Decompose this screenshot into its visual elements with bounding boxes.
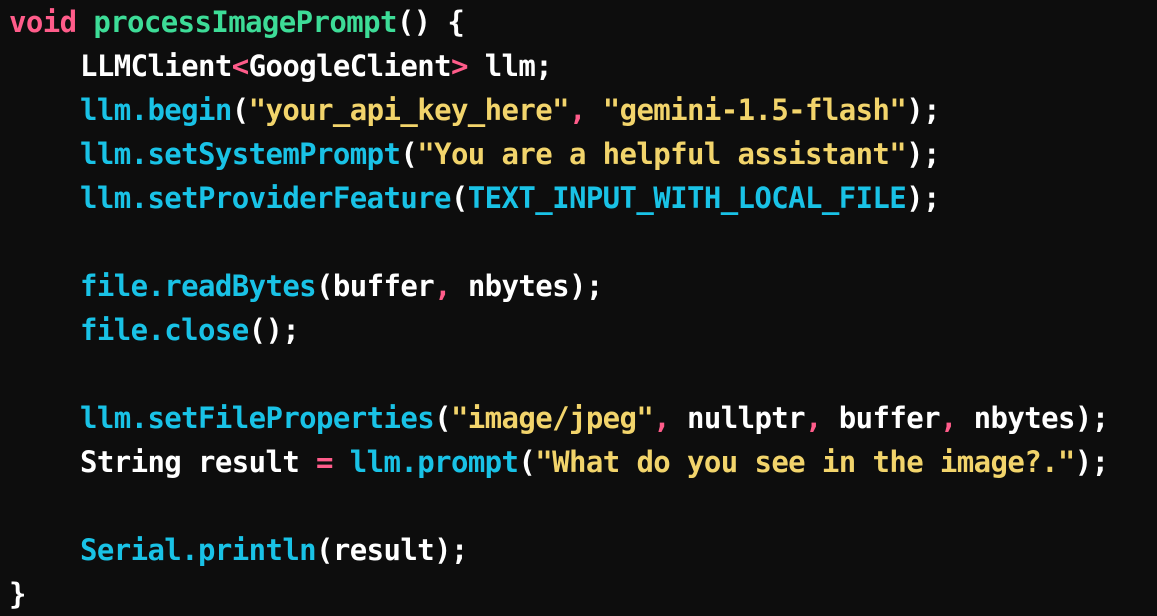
code-token: llm; — [467, 49, 553, 83]
code-line: file.close(); — [0, 308, 1157, 352]
code-line: LLMClient<GoogleClient> llm; — [0, 44, 1157, 88]
code-token: ( — [231, 93, 249, 127]
code-token: , — [653, 401, 671, 435]
code-token: < — [231, 49, 249, 83]
code-token: buffer — [821, 401, 941, 435]
code-token: nbytes); — [956, 401, 1109, 435]
code-token: , — [568, 93, 586, 127]
code-token: (buffer — [316, 269, 435, 303]
code-editor: void processImagePrompt() {LLMClient<Goo… — [0, 0, 1157, 613]
code-line: llm.setSystemPrompt("You are a helpful a… — [0, 132, 1157, 176]
code-token: nbytes); — [450, 269, 603, 303]
code-token: LLMClient — [80, 49, 232, 83]
code-line: String result = llm.prompt("What do you … — [0, 440, 1157, 484]
code-token: "image/jpeg" — [450, 401, 654, 435]
code-token: file.readBytes — [80, 269, 317, 303]
code-token: = — [316, 445, 333, 479]
code-token: ( — [518, 445, 536, 479]
code-token: "What do you see in the image?." — [535, 445, 1075, 479]
code-token: "your_api_key_here" — [248, 93, 570, 127]
code-token: llm.begin — [80, 93, 232, 127]
code-token: > — [450, 49, 468, 83]
code-token: processImagePrompt — [93, 5, 397, 39]
code-line: } — [0, 572, 1157, 616]
code-token: String result — [80, 445, 317, 479]
code-token: "gemini-1.5-flash" — [602, 93, 907, 127]
code-token: GoogleClient — [248, 49, 452, 83]
code-token: "You are a helpful assistant" — [417, 137, 907, 171]
code-line: llm.setProviderFeature(TEXT_INPUT_WITH_L… — [0, 176, 1157, 220]
code-token: , — [939, 401, 957, 435]
code-token: Serial.println — [80, 533, 317, 567]
code-line: llm.begin("your_api_key_here", "gemini-1… — [0, 88, 1157, 132]
code-token: ( — [400, 137, 418, 171]
code-token: void — [9, 5, 77, 39]
code-token: ( — [450, 181, 468, 215]
code-token: file.close — [80, 313, 249, 347]
code-token: () { — [396, 5, 465, 39]
code-line: Serial.println(result); — [0, 528, 1157, 572]
code-token: , — [434, 269, 451, 303]
code-line: file.readBytes(buffer, nbytes); — [0, 264, 1157, 308]
code-token: llm.prompt — [349, 445, 519, 479]
code-token: llm.setSystemPrompt — [80, 137, 401, 171]
code-token: (result); — [316, 533, 468, 567]
code-token: TEXT_INPUT_WITH_LOCAL_FILE — [467, 181, 907, 215]
code-token: ); — [906, 137, 940, 171]
code-line: llm.setFileProperties("image/jpeg", null… — [0, 396, 1157, 440]
code-token: llm.setFileProperties — [80, 401, 435, 435]
code-token: ( — [434, 401, 451, 435]
code-token: llm.setProviderFeature — [80, 181, 452, 215]
code-token: nullptr — [670, 401, 806, 435]
code-token: (); — [248, 313, 300, 347]
code-token: ); — [906, 93, 940, 127]
code-token: ); — [1074, 445, 1109, 479]
code-token: ); — [906, 181, 940, 215]
code-token: , — [805, 401, 822, 435]
code-token: } — [9, 577, 26, 611]
code-line: void processImagePrompt() { — [0, 0, 1157, 44]
